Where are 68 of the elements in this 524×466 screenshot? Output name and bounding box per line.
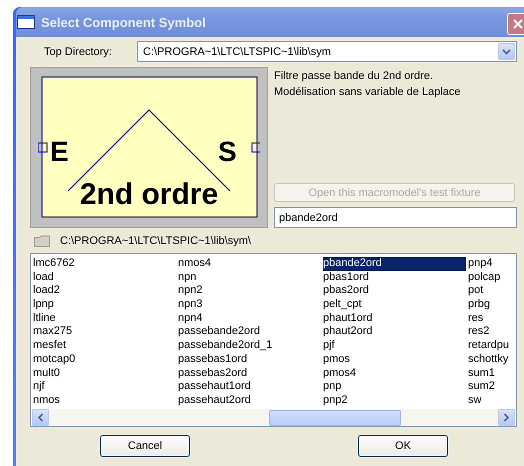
scroll-left-button[interactable] <box>32 409 49 426</box>
list-item[interactable]: passehaut2ord <box>178 394 251 408</box>
list-item[interactable]: passebas2ord <box>178 366 248 380</box>
list-item[interactable]: load <box>33 270 54 284</box>
close-button[interactable] <box>507 13 524 35</box>
list-item[interactable]: pmos <box>323 352 350 366</box>
list-item[interactable]: prbg <box>468 298 490 312</box>
list-item[interactable]: mult0 <box>33 366 60 380</box>
symbol-name-field[interactable]: pbande2ord <box>274 207 517 228</box>
list-item[interactable]: pmos4 <box>323 366 356 380</box>
list-item[interactable]: schottky <box>468 352 508 366</box>
list-item[interactable]: pbande2ord <box>323 257 466 271</box>
list-item[interactable]: pnp4 <box>468 257 492 271</box>
list-item[interactable]: njf <box>33 380 45 394</box>
folder-icon <box>34 235 50 247</box>
window-icon <box>17 15 35 29</box>
top-directory-dropdown[interactable]: C:\PROGRA~1\LTC\LTSPIC~1\lib\sym <box>137 41 517 62</box>
chevron-right-icon <box>503 413 510 422</box>
list-item[interactable]: npn2 <box>178 284 202 298</box>
list-item[interactable]: motcap0 <box>33 352 76 366</box>
list-item[interactable]: pjf <box>323 339 335 353</box>
list-item[interactable]: passebande2ord_1 <box>178 339 272 353</box>
list-item[interactable]: pelt_cpt <box>323 298 362 312</box>
list-item[interactable]: res <box>468 312 484 326</box>
list-item[interactable]: retardpu <box>468 339 509 353</box>
list-item[interactable]: polcap <box>468 270 500 284</box>
list-item[interactable]: nmos4 <box>178 257 212 271</box>
list-item[interactable]: max275 <box>33 325 72 340</box>
output-pin-label: S <box>218 136 237 167</box>
dialog-button[interactable]: OK <box>358 435 448 457</box>
horizontal-scrollbar[interactable] <box>32 409 516 426</box>
window-title: Select Component Symbol <box>41 14 206 30</box>
list-item[interactable]: pnp2 <box>323 394 348 408</box>
list-item[interactable]: passebas1ord <box>178 352 248 366</box>
list-item[interactable]: sum2 <box>468 380 495 394</box>
list-item[interactable]: npn3 <box>178 298 202 312</box>
description-text: Filtre passe bande du 2nd ordre. <box>274 70 434 83</box>
current-path: C:\PROGRA~1\LTC\LTSPIC~1\lib\sym\ <box>60 235 251 247</box>
top-directory-label: Top Directory: <box>44 46 113 58</box>
list-item[interactable]: mesfet <box>33 339 66 353</box>
list-item[interactable]: pbas1ord <box>323 270 369 284</box>
list-item[interactable]: npn4 <box>178 312 202 326</box>
scroll-thumb[interactable] <box>269 410 401 426</box>
list-item[interactable]: nmos <box>33 394 60 408</box>
list-item[interactable]: pbas2ord <box>323 284 369 298</box>
symbol-caption: 2nd ordre <box>80 178 218 211</box>
list-item[interactable]: lpnp <box>33 298 54 312</box>
description-text: Modélisation sans variable de Laplace <box>274 86 462 99</box>
input-pin-label: E <box>50 136 69 167</box>
list-item[interactable]: lmc6762 <box>33 257 75 271</box>
list-item[interactable]: ltline <box>33 312 56 326</box>
list-item[interactable]: passebande2ord <box>178 325 260 340</box>
chevron-left-icon <box>37 413 44 422</box>
scroll-right-button[interactable] <box>498 409 515 426</box>
list-item[interactable]: phaut2ord <box>323 325 373 340</box>
close-icon <box>512 18 524 30</box>
dropdown-button[interactable] <box>498 43 515 60</box>
chevron-down-icon <box>502 48 511 54</box>
list-item[interactable]: res2 <box>468 325 490 340</box>
list-item[interactable]: sum1 <box>468 366 495 380</box>
list-item[interactable]: pot <box>468 284 484 298</box>
list-item[interactable]: passehaut1ord <box>178 380 251 394</box>
list-item[interactable]: load2 <box>33 284 60 298</box>
list-item[interactable]: sw <box>468 394 482 408</box>
list-item[interactable]: npn <box>178 270 196 284</box>
list-item[interactable]: pnp <box>323 380 342 394</box>
dialog-button[interactable]: Cancel <box>100 435 190 457</box>
list-item[interactable]: phaut1ord <box>323 312 373 326</box>
